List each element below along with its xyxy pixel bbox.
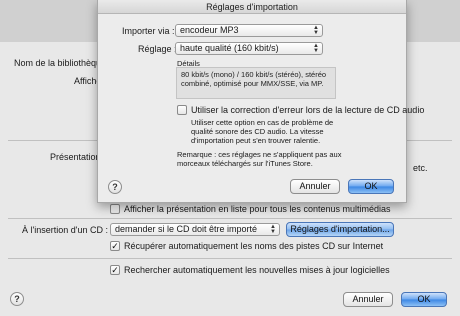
sheet-cancel-button[interactable]: Annuler	[290, 179, 340, 194]
select-arrows-icon: ▲ ▼	[313, 43, 319, 54]
remark-text: Remarque : ces réglages ne s'appliquent …	[177, 150, 342, 168]
setting-select[interactable]: haute qualité (160 kbit/s) ▲ ▼	[175, 42, 323, 55]
details-text: 80 kbit/s (mono) / 160 kbit/s (stéréo), …	[181, 70, 327, 88]
check-updates-checkbox[interactable]: ✓	[110, 265, 120, 275]
import-using-label: Importer via :	[122, 26, 175, 36]
setting-label: Réglage :	[138, 44, 177, 54]
error-correction-checkbox[interactable]	[177, 105, 187, 115]
setting-value: haute qualité (160 kbit/s)	[180, 43, 279, 53]
sheet-help-button[interactable]: ?	[108, 180, 122, 194]
help-button[interactable]: ?	[10, 292, 24, 306]
import-settings-sheet: Réglages d'importation Importer via : en…	[97, 0, 424, 203]
apply-presentation-checkbox[interactable]	[110, 204, 120, 214]
details-box: 80 kbit/s (mono) / 160 kbit/s (stéréo), …	[176, 67, 336, 99]
sheet-title: Réglages d'importation	[98, 0, 406, 14]
retrieve-names-label: Récupérer automatiquement les noms des p…	[124, 241, 384, 251]
library-name-label: Nom de la bibliothèque	[14, 58, 107, 68]
cd-insert-select[interactable]: demander si le CD doit être importé ▲ ▼	[110, 223, 280, 236]
divider	[8, 258, 452, 259]
error-correction-note: Utiliser cette option en cas de problème…	[191, 118, 334, 145]
import-using-select[interactable]: encodeur MP3 ▲ ▼	[175, 24, 323, 37]
sheet-ok-button[interactable]: OK	[348, 179, 394, 194]
import-using-value: encodeur MP3	[180, 25, 239, 35]
presentation-label: Présentation	[50, 152, 101, 162]
cd-insert-label: À l'insertion d'un CD :	[22, 225, 108, 235]
divider	[8, 218, 452, 219]
ok-button[interactable]: OK	[401, 292, 447, 307]
select-arrows-icon: ▲ ▼	[313, 25, 319, 36]
import-settings-button[interactable]: Réglages d'importation...	[286, 222, 394, 237]
cd-insert-value: demander si le CD doit être importé	[115, 224, 258, 234]
retrieve-names-checkbox[interactable]: ✓	[110, 241, 120, 251]
apply-presentation-label: Afficher la présentation en liste pour t…	[124, 204, 391, 214]
etc-text: etc.	[413, 163, 428, 173]
select-arrows-icon: ▲ ▼	[270, 224, 276, 235]
error-correction-label: Utiliser la correction d'erreur lors de …	[191, 105, 425, 115]
check-updates-label: Rechercher automatiquement les nouvelles…	[124, 265, 390, 275]
cancel-button[interactable]: Annuler	[343, 292, 393, 307]
